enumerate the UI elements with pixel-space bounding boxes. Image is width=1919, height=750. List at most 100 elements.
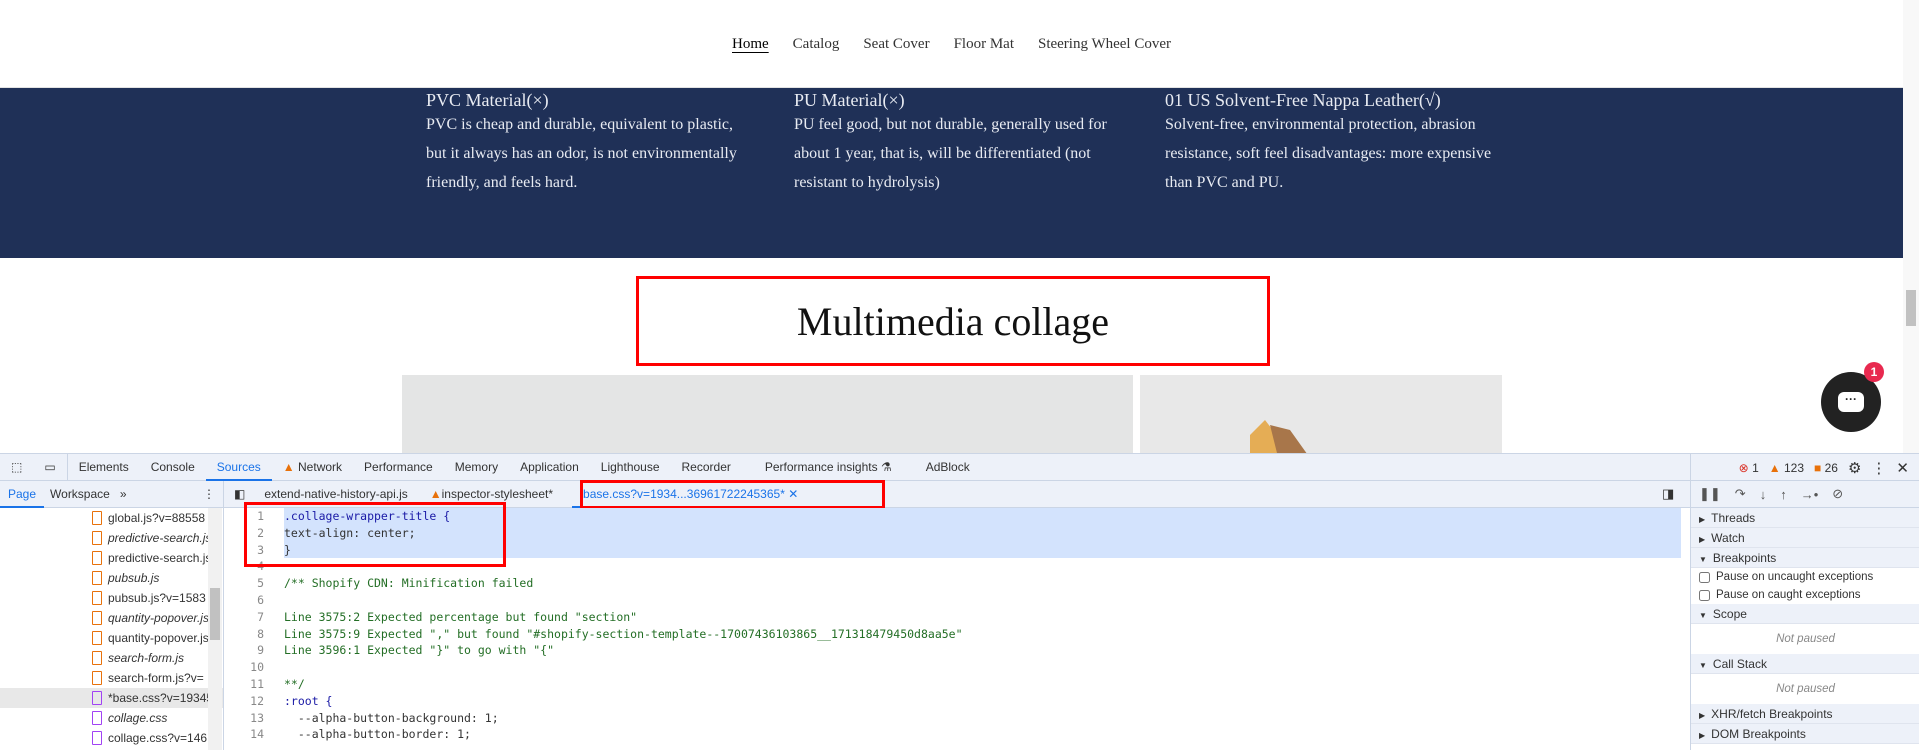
- tab-performance-insights[interactable]: Performance insights ⚗: [754, 454, 903, 481]
- line-number: 11: [250, 676, 264, 691]
- file-icon: [92, 691, 102, 705]
- xhr-breakpoints-section[interactable]: ▶ XHR/fetch Breakpoints: [1691, 704, 1919, 724]
- line-number: 14: [250, 727, 264, 742]
- step-icon[interactable]: →•: [1801, 487, 1819, 502]
- breakpoints-section[interactable]: ▼ Breakpoints: [1691, 548, 1919, 568]
- collapse-icon: ▼: [1699, 661, 1707, 670]
- pause-caught-checkbox[interactable]: Pause on caught exceptions: [1691, 586, 1919, 604]
- file-item[interactable]: global.js?v=88558: [0, 508, 223, 528]
- file-navigator: global.js?v=88558 predictive-search.js pre…: [0, 508, 224, 750]
- file-name: predictive-search.js: [108, 531, 212, 545]
- threads-section[interactable]: ▶ Threads: [1691, 508, 1919, 528]
- checkbox[interactable]: [1699, 571, 1710, 583]
- inspect-element-icon[interactable]: ⬚: [0, 454, 33, 481]
- page-scrollbar-thumb[interactable]: [1906, 290, 1916, 326]
- file-list: global.js?v=88558 predictive-search.js pre…: [0, 508, 223, 748]
- code-line: 14 --alpha-button-border: 1;: [226, 726, 1681, 743]
- code-line: 7 Line 3575:2 Expected percentage but fou…: [226, 609, 1681, 626]
- device-toolbar-icon[interactable]: ▭: [33, 453, 68, 481]
- line-number: 5: [257, 576, 264, 591]
- nav-home[interactable]: Home: [732, 36, 769, 53]
- nav-seat-cover[interactable]: Seat Cover: [863, 36, 929, 53]
- line-text: :root {: [284, 693, 333, 708]
- tab-lighthouse[interactable]: Lighthouse: [590, 454, 671, 481]
- file-item[interactable]: predictive-search.js: [0, 528, 223, 548]
- file-item[interactable]: search-form.js?v=: [0, 668, 223, 688]
- devtools-main-toolbar: ⬚ ▭ Elements Console Sources ▲ Network P…: [0, 453, 1919, 481]
- call-stack-status: Not paused: [1776, 683, 1835, 695]
- step-into-icon[interactable]: ↓: [1760, 487, 1767, 502]
- section-label: Watch: [1711, 531, 1745, 545]
- code-line: 9 Line 3596:1 Expected "}" to go with "{": [226, 642, 1681, 659]
- warning-icon: ▲: [429, 487, 442, 501]
- checkbox[interactable]: [1699, 589, 1710, 601]
- file-item[interactable]: quantity-popover.js: [0, 628, 223, 648]
- step-over-icon[interactable]: ↷: [1735, 486, 1746, 502]
- code-line: 12:root {: [226, 693, 1681, 710]
- file-item[interactable]: search-form.js: [0, 648, 223, 668]
- pause-icon[interactable]: ❚❚: [1699, 486, 1721, 502]
- tab-sources[interactable]: Sources: [205, 454, 272, 481]
- file-icon: [92, 711, 102, 725]
- tab-performance[interactable]: Performance: [353, 454, 444, 481]
- file-name: search-form.js: [108, 651, 185, 665]
- navigator-scrollbar-thumb[interactable]: [210, 588, 220, 640]
- material-nappa: 01 US Solvent-Free Nappa Leather(√) Solv…: [1165, 90, 1495, 197]
- collage-image[interactable]: [1140, 375, 1502, 455]
- file-icon: [92, 571, 102, 585]
- expand-icon: ▶: [1699, 535, 1706, 544]
- nav-catalog[interactable]: Catalog: [793, 36, 840, 53]
- pause-uncaught-checkbox[interactable]: Pause on uncaught exceptions: [1691, 568, 1919, 586]
- dom-breakpoints-section[interactable]: ▶ DOM Breakpoints: [1691, 724, 1919, 744]
- line-number: 13: [250, 710, 264, 725]
- file-item[interactable]: quantity-popover.js: [0, 608, 223, 628]
- tab-workspace[interactable]: Workspace: [44, 481, 116, 508]
- tab-label: Network: [298, 459, 343, 474]
- collage-image[interactable]: [402, 375, 1133, 455]
- file-item[interactable]: pubsub.js: [0, 568, 223, 588]
- line-text: Line 3596:1 Expected "}" to go with "{": [284, 643, 555, 658]
- tab-recorder[interactable]: Recorder: [671, 454, 742, 481]
- page-scrollbar[interactable]: [1903, 0, 1919, 453]
- highlight-box: [244, 502, 506, 567]
- file-icon: [92, 631, 102, 645]
- file-item[interactable]: predictive-search.js: [0, 548, 223, 568]
- deactivate-breakpoints-icon[interactable]: ⊘: [1832, 486, 1843, 502]
- file-name: collage.css?v=146: [108, 731, 208, 745]
- file-icon: [92, 511, 102, 525]
- nav-steering-wheel-cover[interactable]: Steering Wheel Cover: [1038, 36, 1171, 53]
- tab-console[interactable]: Console: [140, 454, 206, 481]
- call-stack-section[interactable]: ▼ Call Stack: [1691, 654, 1919, 674]
- nav-floor-mat[interactable]: Floor Mat: [954, 36, 1014, 53]
- tab-application[interactable]: Application: [509, 454, 590, 481]
- line-number: 6: [257, 592, 264, 607]
- expand-icon: ▶: [1699, 711, 1706, 720]
- checkbox-label: Pause on uncaught exceptions: [1716, 571, 1874, 583]
- file-name: quantity-popover.js: [108, 611, 209, 625]
- step-out-icon[interactable]: ↑: [1780, 487, 1787, 502]
- file-item[interactable]: *base.css?v=19345: [0, 688, 223, 708]
- file-name: global.js?v=88558: [108, 511, 206, 525]
- scope-section[interactable]: ▼ Scope: [1691, 604, 1919, 624]
- tab-page[interactable]: Page: [0, 481, 45, 508]
- file-item[interactable]: pubsub.js?v=1583: [0, 588, 223, 608]
- tab-memory[interactable]: Memory: [444, 454, 509, 481]
- tab-adblock[interactable]: AdBlock: [915, 454, 981, 481]
- line-number: 8: [257, 626, 264, 641]
- file-item[interactable]: collage.css: [0, 708, 223, 728]
- main-nav: Home Catalog Seat Cover Floor Mat Steeri…: [0, 36, 1903, 53]
- code-line: 11 **/: [226, 676, 1681, 693]
- tab-elements[interactable]: Elements: [68, 454, 140, 481]
- line-text: /** Shopify CDN: Minification failed: [284, 576, 534, 591]
- toggle-debugger-icon[interactable]: ◨: [1662, 486, 1674, 502]
- watch-section[interactable]: ▶ Watch: [1691, 528, 1919, 548]
- file-item[interactable]: collage.css?v=146: [0, 728, 223, 748]
- more-tabs-icon[interactable]: »: [116, 481, 131, 508]
- tab-network[interactable]: ▲ Network: [272, 454, 353, 481]
- file-icon: [92, 591, 102, 605]
- file-name: search-form.js?v=: [108, 671, 204, 685]
- section-label: DOM Breakpoints: [1711, 727, 1806, 741]
- line-text: **/: [284, 676, 305, 691]
- section-label: Scope: [1712, 607, 1747, 621]
- navigator-menu-icon[interactable]: ⋮: [195, 481, 223, 508]
